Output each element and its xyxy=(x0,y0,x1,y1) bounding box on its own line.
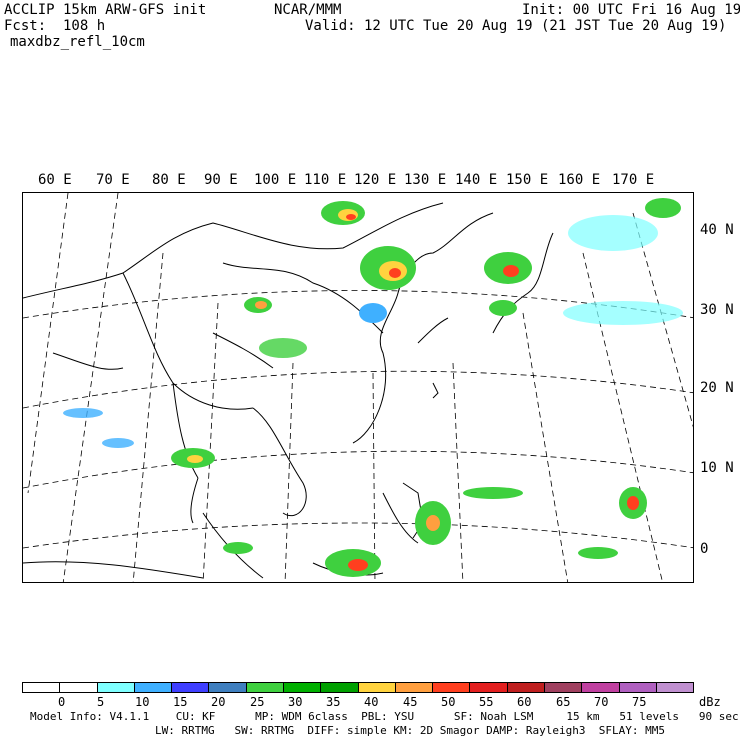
lon-label: 70 E xyxy=(96,172,130,188)
lon-label: 170 E xyxy=(612,172,655,188)
valid-time: Valid: 12 UTC Tue 20 Aug 19 (21 JST Tue … xyxy=(305,18,727,34)
organization-label: NCAR/MMM xyxy=(274,2,342,18)
colorbar-tick: 20 xyxy=(211,695,226,709)
colorbar-tick: 10 xyxy=(135,695,150,709)
colorbar-swatch xyxy=(582,683,620,692)
colorbar-swatch xyxy=(395,683,434,692)
colorbar-swatch xyxy=(246,683,284,692)
colorbar-swatch xyxy=(23,683,61,692)
colorbar-tick: 70 xyxy=(594,695,609,709)
colorbar-swatch xyxy=(134,683,173,692)
colorbar-tick: 60 xyxy=(517,695,532,709)
run-title: ACCLIP 15km ARW-GFS init xyxy=(4,2,207,18)
reflectivity-map xyxy=(22,192,694,583)
colorbar-swatch xyxy=(507,683,545,692)
colorbar-tick: 65 xyxy=(556,695,571,709)
model-info-line2: LW: RRTMG SW: RRTMG DIFF: simple KM: 2D … xyxy=(155,724,665,737)
colorbar-tick: 35 xyxy=(326,695,341,709)
colorbar-swatch xyxy=(544,683,583,692)
colorbar-swatch xyxy=(172,683,210,692)
lat-label: 20 N xyxy=(700,380,734,396)
colorbar-tick: 50 xyxy=(441,695,456,709)
colorbar xyxy=(22,682,694,693)
lon-label: 100 E xyxy=(254,172,297,188)
colorbar-tick: 55 xyxy=(479,695,494,709)
colorbar-swatch xyxy=(60,683,98,692)
map-canvas xyxy=(23,193,693,582)
colorbar-swatch xyxy=(321,683,359,692)
lon-label: 140 E xyxy=(455,172,498,188)
colorbar-swatch xyxy=(97,683,135,692)
lon-label: 120 E xyxy=(354,172,397,188)
lon-label: 130 E xyxy=(404,172,447,188)
coastlines xyxy=(23,202,554,579)
lon-label: 150 E xyxy=(506,172,549,188)
colorbar-tick: 30 xyxy=(288,695,303,709)
model-info-line1: Model Info: V4.1.1 CU: KF MP: WDM 6class… xyxy=(30,710,739,723)
colorbar-swatch xyxy=(283,683,322,692)
colorbar-tick: 15 xyxy=(173,695,188,709)
colorbar-swatch xyxy=(358,683,396,692)
colorbar-tick: 75 xyxy=(632,695,647,709)
lon-label: 160 E xyxy=(558,172,601,188)
colorbar-tick: 45 xyxy=(403,695,418,709)
lat-label: 30 N xyxy=(700,302,734,318)
colorbar-tick: 5 xyxy=(97,695,105,709)
colorbar-tick: 0 xyxy=(58,695,66,709)
field-name: maxdbz_refl_10cm xyxy=(10,34,145,50)
colorbar-tick: 25 xyxy=(250,695,265,709)
colorbar-tick: 40 xyxy=(364,695,379,709)
lat-label: 10 N xyxy=(700,460,734,476)
graticule xyxy=(23,193,693,582)
init-time: Init: 00 UTC Fri 16 Aug 19 xyxy=(522,2,740,18)
colorbar-swatch xyxy=(470,683,508,692)
colorbar-swatch xyxy=(209,683,247,692)
lon-label: 110 E xyxy=(304,172,347,188)
lat-label: 0 xyxy=(700,541,709,557)
colorbar-swatch xyxy=(619,683,657,692)
forecast-hour: Fcst: 108 h xyxy=(4,18,106,34)
colorbar-swatch xyxy=(656,683,694,692)
lon-label: 60 E xyxy=(38,172,72,188)
lon-label: 90 E xyxy=(204,172,238,188)
lon-label: 80 E xyxy=(152,172,186,188)
colorbar-swatch xyxy=(433,683,471,692)
lat-label: 40 N xyxy=(700,222,734,238)
colorbar-unit: dBz xyxy=(699,695,721,709)
